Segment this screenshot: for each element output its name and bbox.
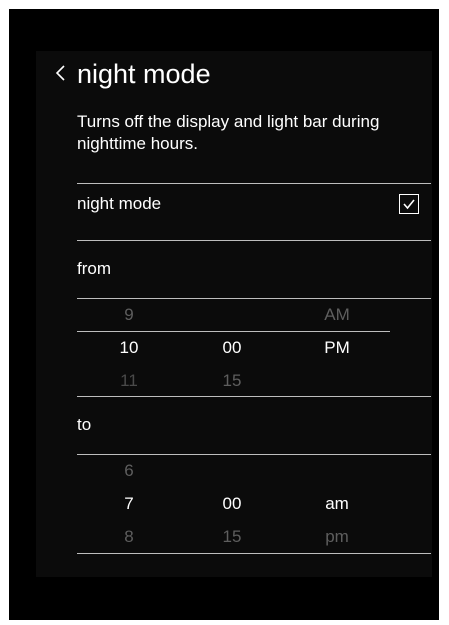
from-minute-next[interactable]: 15 — [210, 370, 254, 392]
from-hour-current[interactable]: 10 — [107, 337, 151, 359]
page-description: Turns off the display and light bar duri… — [77, 112, 380, 153]
picker-selection-line — [77, 331, 390, 332]
from-hour-next[interactable]: 11 — [107, 370, 151, 392]
settings-panel: night mode Turns off the display and lig… — [36, 51, 432, 577]
divider — [77, 396, 431, 397]
to-hour-current[interactable]: 7 — [107, 493, 151, 515]
from-label: from — [77, 259, 111, 278]
to-minute-current[interactable]: 00 — [210, 493, 254, 515]
page-title: night mode — [77, 59, 211, 89]
checkmark-icon — [403, 199, 415, 210]
from-minute-current[interactable]: 00 — [210, 337, 254, 359]
to-label: to — [77, 415, 92, 434]
from-hour-prev[interactable]: 9 — [107, 304, 151, 326]
from-period-current[interactable]: PM — [307, 337, 367, 359]
night-mode-checkbox[interactable] — [399, 194, 419, 214]
to-time-picker[interactable]: 6 7 00 am 8 15 pm — [77, 456, 431, 554]
device-screen: night mode Turns off the display and lig… — [9, 9, 439, 620]
night-mode-label: night mode — [77, 194, 162, 213]
to-hour-next[interactable]: 8 — [107, 526, 151, 548]
to-period-next[interactable]: pm — [307, 526, 367, 548]
divider — [77, 553, 431, 554]
to-minute-next[interactable]: 15 — [210, 526, 254, 548]
chevron-left-icon[interactable] — [52, 63, 70, 83]
from-time-picker[interactable]: 9 AM 10 00 PM 11 15 — [77, 300, 431, 398]
divider — [77, 240, 431, 241]
divider — [77, 454, 431, 455]
divider — [77, 183, 431, 184]
to-period-current[interactable]: am — [307, 493, 367, 515]
divider — [77, 298, 431, 299]
to-hour-prev[interactable]: 6 — [107, 460, 151, 482]
from-period-prev[interactable]: AM — [307, 304, 367, 326]
